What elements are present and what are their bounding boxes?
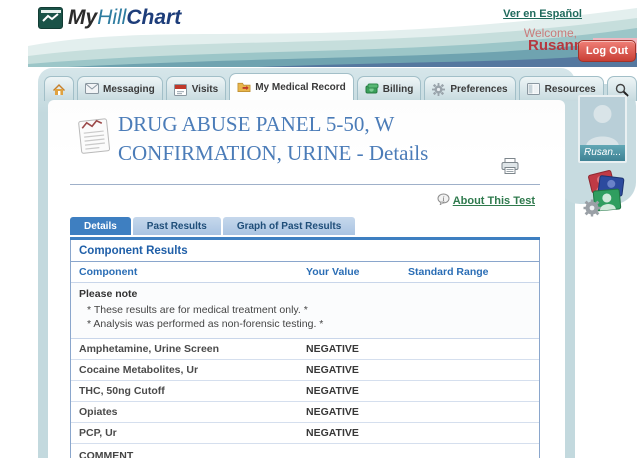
tab-billing[interactable]: Billing (357, 76, 422, 101)
table-header-row: Component Your Value Standard Range (71, 262, 539, 283)
component-results-table: Component Results Component Your Value S… (70, 240, 540, 458)
about-this-test-link[interactable]: About This Test (453, 195, 535, 207)
about-this-test[interactable]: i About This Test (437, 192, 535, 210)
row-component: Amphetamine, Urine Screen (79, 343, 306, 355)
row-component: PCP, Ur (79, 427, 306, 439)
tab-visits[interactable]: Visits (166, 76, 227, 101)
page-title-line1: DRUG ABUSE PANEL 5-50, W (118, 110, 538, 139)
logo-folder-icon (38, 7, 63, 29)
info-icon: i (437, 192, 450, 210)
app-header: MyHillChart Ver en Español Welcome, Rusa… (28, 0, 637, 67)
money-icon (365, 83, 379, 96)
personalize-accounts-icon[interactable] (582, 168, 628, 223)
avatar-name-label: Rusan... (580, 145, 625, 161)
main-nav-tabs: Messaging Visits My Medical Record Billi… (44, 73, 637, 101)
search-icon (615, 83, 629, 96)
row-value: NEGATIVE (306, 406, 408, 418)
col-your-value: Your Value (306, 266, 408, 278)
result-subtabs: Details Past Results Graph of Past Resul… (70, 217, 355, 235)
tab-preferences[interactable]: Preferences (424, 76, 515, 101)
page: MyHillChart Ver en Español Welcome, Rusa… (0, 0, 640, 458)
note-line: * Analysis was performed as non-forensic… (71, 318, 539, 332)
subtab-details[interactable]: Details (70, 217, 131, 235)
table-row: Amphetamine, Urine Screen NEGATIVE (71, 339, 539, 360)
table-row: PCP, Ur NEGATIVE (71, 423, 539, 444)
comment-title: COMMENT (71, 448, 539, 458)
comment-block: COMMENT THE SUBMITTED URINE SPECIMEN WAS… (71, 444, 539, 458)
gear-icon (432, 83, 446, 96)
svg-text:i: i (442, 195, 444, 203)
please-note-block: Please note * These results are for medi… (71, 283, 539, 339)
row-value: NEGATIVE (306, 385, 408, 397)
folder-icon (237, 81, 251, 94)
row-component: Opiates (79, 406, 306, 418)
note-title: Please note (71, 287, 539, 304)
print-icon[interactable] (501, 158, 519, 179)
row-value: NEGATIVE (306, 427, 408, 439)
table-row: Opiates NEGATIVE (71, 402, 539, 423)
logo-text: MyHillChart (68, 6, 181, 30)
tab-label: Resources (545, 84, 596, 95)
content-panel: DRUG ABUSE PANEL 5-50, W CONFIRMATION, U… (48, 100, 565, 458)
tab-home[interactable] (44, 76, 74, 101)
tab-label: Visits (192, 84, 219, 95)
app-logo[interactable]: MyHillChart (38, 6, 181, 30)
tab-label: Billing (383, 84, 414, 95)
tab-label: Messaging (103, 84, 155, 95)
results-section-title: Component Results (71, 240, 539, 262)
book-icon (527, 83, 541, 96)
col-standard-range: Standard Range (408, 266, 531, 278)
tab-messaging[interactable]: Messaging (77, 76, 163, 101)
table-row: Cocaine Metabolites, Ur NEGATIVE (71, 360, 539, 381)
note-line: * These results are for medical treatmen… (71, 304, 539, 318)
test-results-icon (74, 114, 116, 161)
logout-button[interactable]: Log Out (578, 40, 636, 62)
table-row: THC, 50ng Cutoff NEGATIVE (71, 381, 539, 402)
calendar-icon (174, 83, 188, 96)
language-toggle-link[interactable]: Ver en Español (503, 8, 582, 20)
subtab-graph-of-past-results[interactable]: Graph of Past Results (223, 217, 355, 235)
home-icon (52, 83, 66, 96)
avatar-silhouette-icon (580, 97, 625, 147)
row-value: NEGATIVE (306, 343, 408, 355)
title-divider (70, 184, 540, 185)
tab-my-medical-record[interactable]: My Medical Record (229, 73, 354, 101)
envelope-icon (85, 83, 99, 96)
tab-label: My Medical Record (255, 82, 346, 93)
user-avatar[interactable]: Rusan... (578, 95, 627, 163)
row-value: NEGATIVE (306, 364, 408, 376)
subtab-past-results[interactable]: Past Results (133, 217, 221, 235)
page-title: DRUG ABUSE PANEL 5-50, W CONFIRMATION, U… (118, 110, 538, 168)
row-component: THC, 50ng Cutoff (79, 385, 306, 397)
gear-overlay (584, 200, 601, 217)
row-component: Cocaine Metabolites, Ur (79, 364, 306, 376)
tab-label: Preferences (450, 84, 507, 95)
col-component: Component (79, 266, 306, 278)
page-title-line2: CONFIRMATION, URINE - Details (118, 139, 538, 168)
